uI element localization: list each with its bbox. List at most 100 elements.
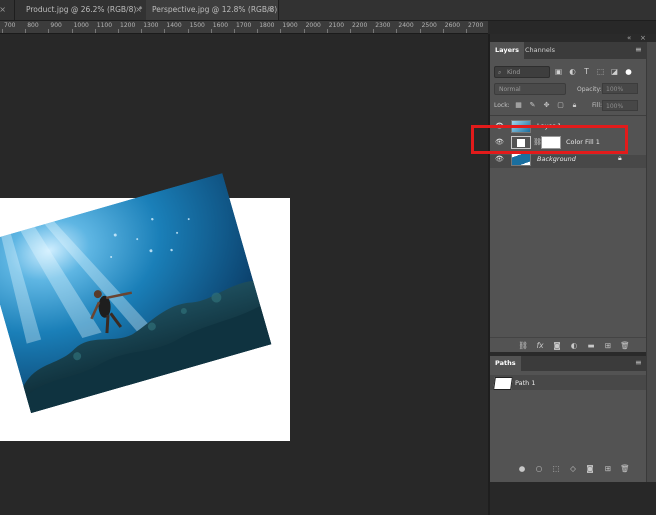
ruler-tick [210, 29, 212, 33]
ruler-tick [373, 29, 375, 33]
tab-product-label: Product.jpg @ 26.2% (RGB/8) * [26, 5, 143, 14]
canvas-area[interactable] [0, 34, 488, 515]
ruler-tick [71, 29, 73, 33]
tab-paths[interactable]: Paths [490, 356, 521, 371]
document-tab-bar: × Product.jpg @ 26.2% (RGB/8) * × Perspe… [0, 0, 656, 34]
load-selection-icon[interactable]: ⬚ [551, 464, 561, 473]
ruler-label: 2600 [444, 22, 461, 29]
visibility-eye-icon[interactable]: 👁︎ [495, 155, 504, 164]
ruler-tick [94, 29, 96, 33]
opacity-label: Opacity: [577, 86, 602, 93]
tab-overflow[interactable]: × [0, 0, 6, 20]
image-filter-icon[interactable]: ▣ [554, 67, 563, 76]
ruler-tick [257, 29, 259, 33]
add-mask-icon[interactable]: ◙ [585, 464, 595, 473]
tab-layers[interactable]: Layers [490, 42, 525, 59]
ruler-label: 1900 [282, 22, 298, 29]
search-icon: ⌕ [498, 69, 502, 76]
ruler-label: 2100 [328, 22, 345, 29]
lock-icon: 🔒︎ [618, 154, 622, 162]
ruler-label: 1700 [236, 22, 252, 29]
fill-path-icon[interactable]: ● [517, 464, 527, 473]
document-canvas[interactable] [0, 173, 290, 441]
kind-filter-select[interactable]: ⌕ Kind [494, 66, 550, 78]
ruler-tick [234, 29, 235, 33]
highlight-box [471, 125, 628, 154]
tab-product[interactable]: Product.jpg @ 26.2% (RGB/8) * × [20, 0, 146, 20]
new-layer-icon[interactable]: ⊞ [603, 341, 613, 350]
type-filter-icon[interactable]: T [582, 67, 591, 76]
ruler-tick [326, 29, 328, 33]
ruler-tick [350, 29, 351, 33]
ruler-label: 2300 [375, 22, 391, 29]
smart-object-filter-icon[interactable]: ◪ [610, 67, 619, 76]
ruler-label: 1400 [166, 22, 182, 29]
ruler-tick [419, 29, 421, 33]
fx-icon[interactable]: fx [535, 341, 545, 350]
horizontal-ruler[interactable]: 700 800 900 1000 1100 1200 1300 1400 1500 1600 170… [0, 21, 488, 34]
underwater-photo [0, 173, 272, 414]
close-icon[interactable]: × [267, 0, 274, 20]
blend-mode-value: Normal [499, 86, 521, 93]
fill-field[interactable]: 100% [602, 100, 638, 111]
lock-position-icon[interactable]: ✥ [542, 101, 551, 110]
diver-image [0, 173, 272, 414]
tab-perspective[interactable]: Perspective.jpg @ 12.8% (RGB/8) * × [146, 0, 278, 34]
adjustment-layer-icon[interactable]: ◐ [569, 341, 579, 350]
trash-icon[interactable]: 🗑︎ [620, 464, 630, 473]
adjustment-filter-icon[interactable]: ◐ [568, 67, 577, 76]
link-layers-icon[interactable]: ⛓︎ [518, 341, 528, 350]
ruler-label: 1300 [143, 22, 159, 29]
stroke-path-icon[interactable]: ○ [534, 464, 544, 473]
make-work-path-icon[interactable]: ◇ [568, 464, 578, 473]
panel-menu-icon[interactable]: ≡ [635, 46, 643, 54]
layer-thumbnail [511, 153, 531, 166]
tab-channels[interactable]: Channels [520, 42, 560, 59]
close-icon[interactable]: × [135, 0, 142, 20]
collapse-panels-icon[interactable]: « [627, 34, 631, 42]
ruler-label: 1800 [259, 22, 275, 29]
ruler-label: 1200 [120, 22, 136, 29]
ruler-label: 1100 [96, 22, 113, 29]
fill-label: Fill: [592, 102, 603, 109]
ruler-tick [466, 29, 467, 33]
new-path-icon[interactable]: ⊞ [603, 464, 613, 473]
ruler-tick [396, 29, 398, 33]
ruler-label: 2500 [421, 22, 437, 29]
paths-panel-header: Paths ≡ [490, 356, 646, 371]
panel-scrollbar[interactable] [646, 42, 656, 482]
path-row-path-1[interactable]: Path 1 [490, 375, 646, 390]
layers-panel-tabs: Layers Channels ≡ [490, 42, 646, 59]
ruler-tick [2, 29, 3, 33]
paths-menu-icon[interactable]: ≡ [635, 359, 643, 367]
ruler-tick [187, 29, 189, 33]
layer-name: Background [537, 155, 576, 163]
add-mask-icon[interactable]: ◙ [552, 341, 562, 350]
new-group-icon[interactable]: ▬ [586, 341, 596, 350]
ruler-tick [141, 29, 143, 33]
lock-label: Lock: [494, 102, 510, 109]
path-name: Path 1 [515, 379, 536, 387]
layers-panel: Layers Channels ≡ ⌕ Kind ▣ ◐ T ⬚ ◪ ● Nor… [490, 42, 646, 352]
ruler-label: 800 [27, 22, 39, 29]
opacity-value: 100% [606, 86, 624, 93]
lock-artboard-icon[interactable]: ▢ [556, 101, 565, 110]
paths-panel: Paths ≡ Path 1 ● ○ ⬚ ◇ ◙ ⊞ 🗑︎ [490, 356, 646, 482]
close-panels-icon[interactable]: × [640, 34, 646, 42]
ruler-tick [303, 29, 305, 33]
lock-image-icon[interactable]: ✎ [528, 101, 537, 110]
lock-transparent-icon[interactable]: ▦ [514, 101, 523, 110]
blend-mode-select[interactable]: Normal [494, 83, 566, 95]
lock-all-icon[interactable]: 🔒︎ [570, 101, 579, 110]
ruler-tick [164, 29, 166, 33]
ruler-label: 900 [50, 22, 62, 29]
filter-toggle-icon[interactable]: ● [624, 67, 633, 76]
ruler-label: 2400 [398, 22, 414, 29]
ruler-tick [118, 29, 119, 33]
trash-icon[interactable]: 🗑︎ [620, 341, 630, 350]
paths-footer: ● ○ ⬚ ◇ ◙ ⊞ 🗑︎ [490, 460, 646, 478]
ruler-label: 2000 [305, 22, 321, 29]
opacity-field[interactable]: 100% [602, 83, 638, 94]
ruler-label: 2200 [352, 22, 368, 29]
shape-filter-icon[interactable]: ⬚ [596, 67, 605, 76]
